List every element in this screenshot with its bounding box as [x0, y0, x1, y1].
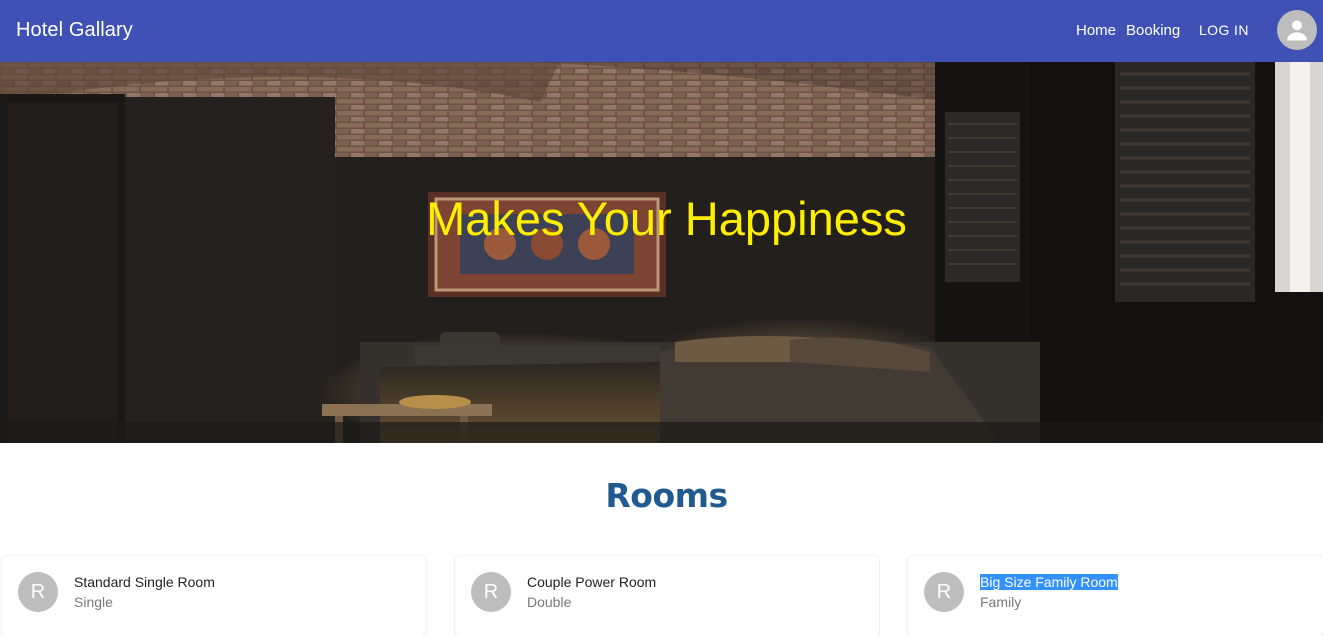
room-card-single[interactable]: R Standard Single Room Single: [2, 556, 426, 636]
room-card-double[interactable]: R Couple Power Room Double: [455, 556, 879, 636]
nav-booking-link[interactable]: Booking: [1126, 22, 1180, 39]
room-avatar: R: [924, 572, 964, 612]
hero-bedroom-image: [0, 62, 1323, 443]
rooms-heading: Rooms: [605, 476, 728, 515]
selected-text: Big Size Family Room: [980, 574, 1118, 590]
room-title: Big Size Family Room: [980, 574, 1118, 591]
room-type: Double: [527, 594, 572, 610]
room-type: Family: [980, 594, 1022, 610]
nav-home-link[interactable]: Home: [1076, 22, 1116, 39]
brand-title[interactable]: Hotel Gallary: [16, 18, 133, 42]
person-icon: [1287, 20, 1307, 41]
room-avatar: R: [471, 572, 511, 612]
login-button[interactable]: LOG IN: [1199, 22, 1249, 38]
app-bar: Hotel Gallary Home Booking LOG IN: [0, 0, 1323, 62]
room-title: Couple Power Room: [527, 574, 657, 590]
room-type: Single: [74, 594, 113, 610]
room-title: Standard Single Room: [74, 574, 215, 590]
hero-banner: Makes Your Happiness: [0, 62, 1323, 443]
room-card-family[interactable]: R Big Size Family Room Family: [908, 556, 1323, 636]
hero-title: Makes Your Happiness: [426, 192, 907, 245]
account-avatar-button[interactable]: [1277, 10, 1317, 50]
room-avatar: R: [18, 572, 58, 612]
